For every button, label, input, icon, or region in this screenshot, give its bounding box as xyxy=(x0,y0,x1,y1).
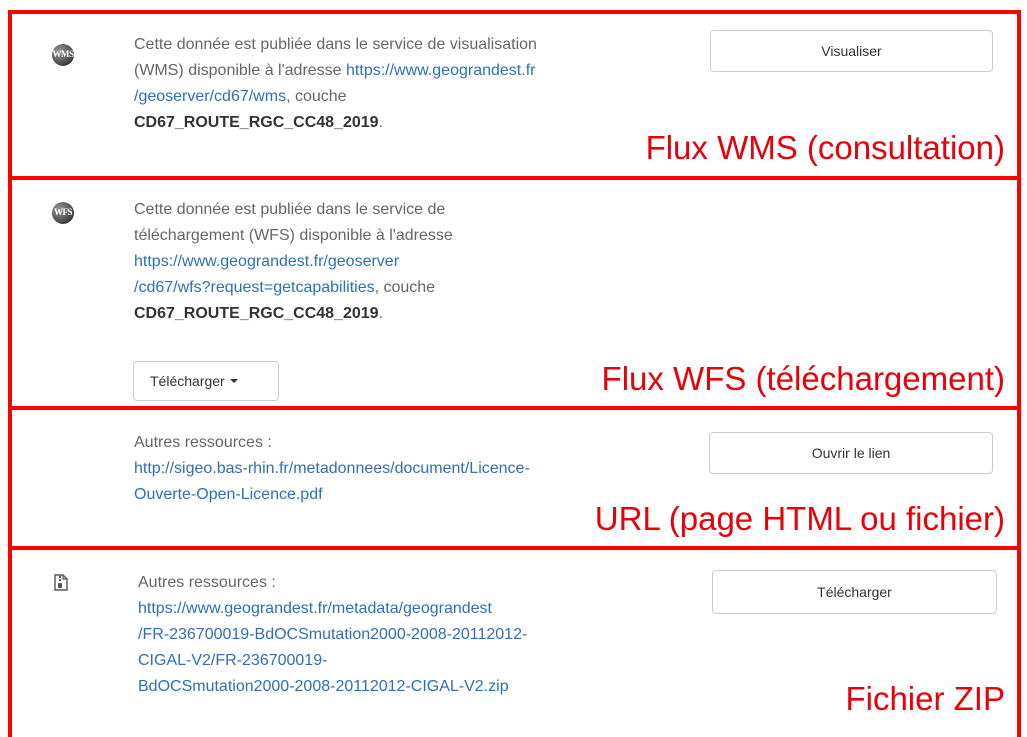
telecharger-dropdown-label: Télécharger xyxy=(150,373,225,389)
zip-link-part3[interactable]: CIGAL-V2/FR-236700019- xyxy=(138,652,327,669)
visualiser-button[interactable]: Visualiser xyxy=(710,30,993,72)
wms-description: Cette donnée est publiée dans le service… xyxy=(134,32,674,136)
wfs-globe-icon: WFS xyxy=(52,202,74,224)
wms-annotation: Flux WMS (consultation) xyxy=(645,129,1005,166)
wms-section: WMS Cette donnée est publiée dans le ser… xyxy=(8,10,1021,178)
zip-section: Autres ressources : https://www.geogrand… xyxy=(8,546,1021,737)
zip-annotation: Fichier ZIP xyxy=(845,680,1005,717)
url-section: Autres ressources : http://sigeo.bas-rhi… xyxy=(8,406,1021,548)
wfs-icon-label: WFS xyxy=(53,207,73,217)
telecharger-dropdown-button[interactable]: Télécharger xyxy=(133,361,279,401)
url-link-part2[interactable]: Ouverte-Open-Licence.pdf xyxy=(134,486,323,503)
wfs-url-link-part2[interactable]: /cd67/wfs?request=getcapabilities xyxy=(134,279,375,296)
telecharger-zip-button[interactable]: Télécharger xyxy=(712,570,997,614)
caret-down-icon xyxy=(229,379,238,383)
wms-url-link-part1[interactable]: https://www.geograndest.fr xyxy=(346,62,535,79)
wms-url-link-part2[interactable]: /geoserver/cd67/wms xyxy=(134,88,286,105)
ouvrir-le-lien-button[interactable]: Ouvrir le lien xyxy=(709,432,993,474)
zip-description: Autres ressources : https://www.geogrand… xyxy=(138,570,658,700)
wfs-text-couche: , couche xyxy=(374,279,436,296)
wms-text-line2: (WMS) disponible à l'adresse xyxy=(134,62,347,79)
url-description: Autres ressources : http://sigeo.bas-rhi… xyxy=(134,430,694,508)
zip-resources-label: Autres ressources : xyxy=(138,574,276,591)
wfs-annotation: Flux WFS (téléchargement) xyxy=(601,360,1005,397)
wms-text-line1: Cette donnée est publiée dans le service… xyxy=(134,36,537,53)
wfs-url-link-part1[interactable]: https://www.geograndest.fr/geoserver xyxy=(134,253,399,270)
wfs-description: Cette donnée est publiée dans le service… xyxy=(134,197,574,327)
zip-link-part4[interactable]: BdOCSmutation2000-2008-20112012-CIGAL-V2… xyxy=(138,678,509,695)
wms-icon-label: WMS xyxy=(52,49,75,59)
url-annotation: URL (page HTML ou fichier) xyxy=(594,500,1005,537)
wfs-section: WFS Cette donnée est publiée dans le ser… xyxy=(8,176,1021,408)
url-link-part1[interactable]: http://sigeo.bas-rhin.fr/metadonnees/doc… xyxy=(134,460,530,477)
wms-text-couche: , couche xyxy=(286,88,347,105)
url-resources-label: Autres ressources : xyxy=(134,434,272,451)
zip-file-icon xyxy=(54,574,68,591)
wfs-text-line1: Cette donnée est publiée dans le service… xyxy=(134,201,446,218)
wms-layer-name: CD67_ROUTE_RGC_CC48_2019 xyxy=(134,114,379,131)
wfs-text-line2: téléchargement (WFS) disponible à l'adre… xyxy=(134,227,453,244)
wms-period: . xyxy=(378,114,384,131)
wfs-period: . xyxy=(378,305,384,322)
zip-link-part1[interactable]: https://www.geograndest.fr/metadata/geog… xyxy=(138,600,492,617)
wms-globe-icon: WMS xyxy=(52,44,74,66)
zip-link-part2[interactable]: /FR-236700019-BdOCSmutation2000-2008-201… xyxy=(138,626,527,643)
wfs-layer-name: CD67_ROUTE_RGC_CC48_2019 xyxy=(134,305,379,322)
